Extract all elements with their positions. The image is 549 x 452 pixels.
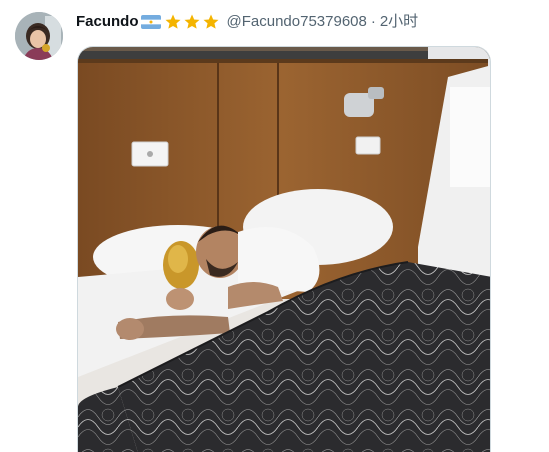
avatar[interactable]	[15, 12, 63, 60]
star-icons	[164, 13, 221, 31]
star-icon	[203, 14, 218, 29]
photo-image	[78, 47, 490, 452]
display-name[interactable]: Facundo	[76, 12, 139, 32]
tweet-header: Facundo @Facundo75379608 · 2小时	[76, 12, 418, 32]
tweet[interactable]: Facundo @Facundo75379608 · 2小时	[0, 0, 549, 452]
user-handle[interactable]: @Facundo75379608	[227, 12, 367, 32]
tweet-photo[interactable]	[77, 46, 491, 452]
timestamp[interactable]: 2小时	[380, 12, 418, 32]
argentina-flag-icon	[140, 15, 161, 29]
star-icon	[165, 14, 180, 29]
star-icon	[184, 14, 199, 29]
avatar-image	[15, 12, 63, 60]
separator-dot: ·	[370, 13, 376, 30]
